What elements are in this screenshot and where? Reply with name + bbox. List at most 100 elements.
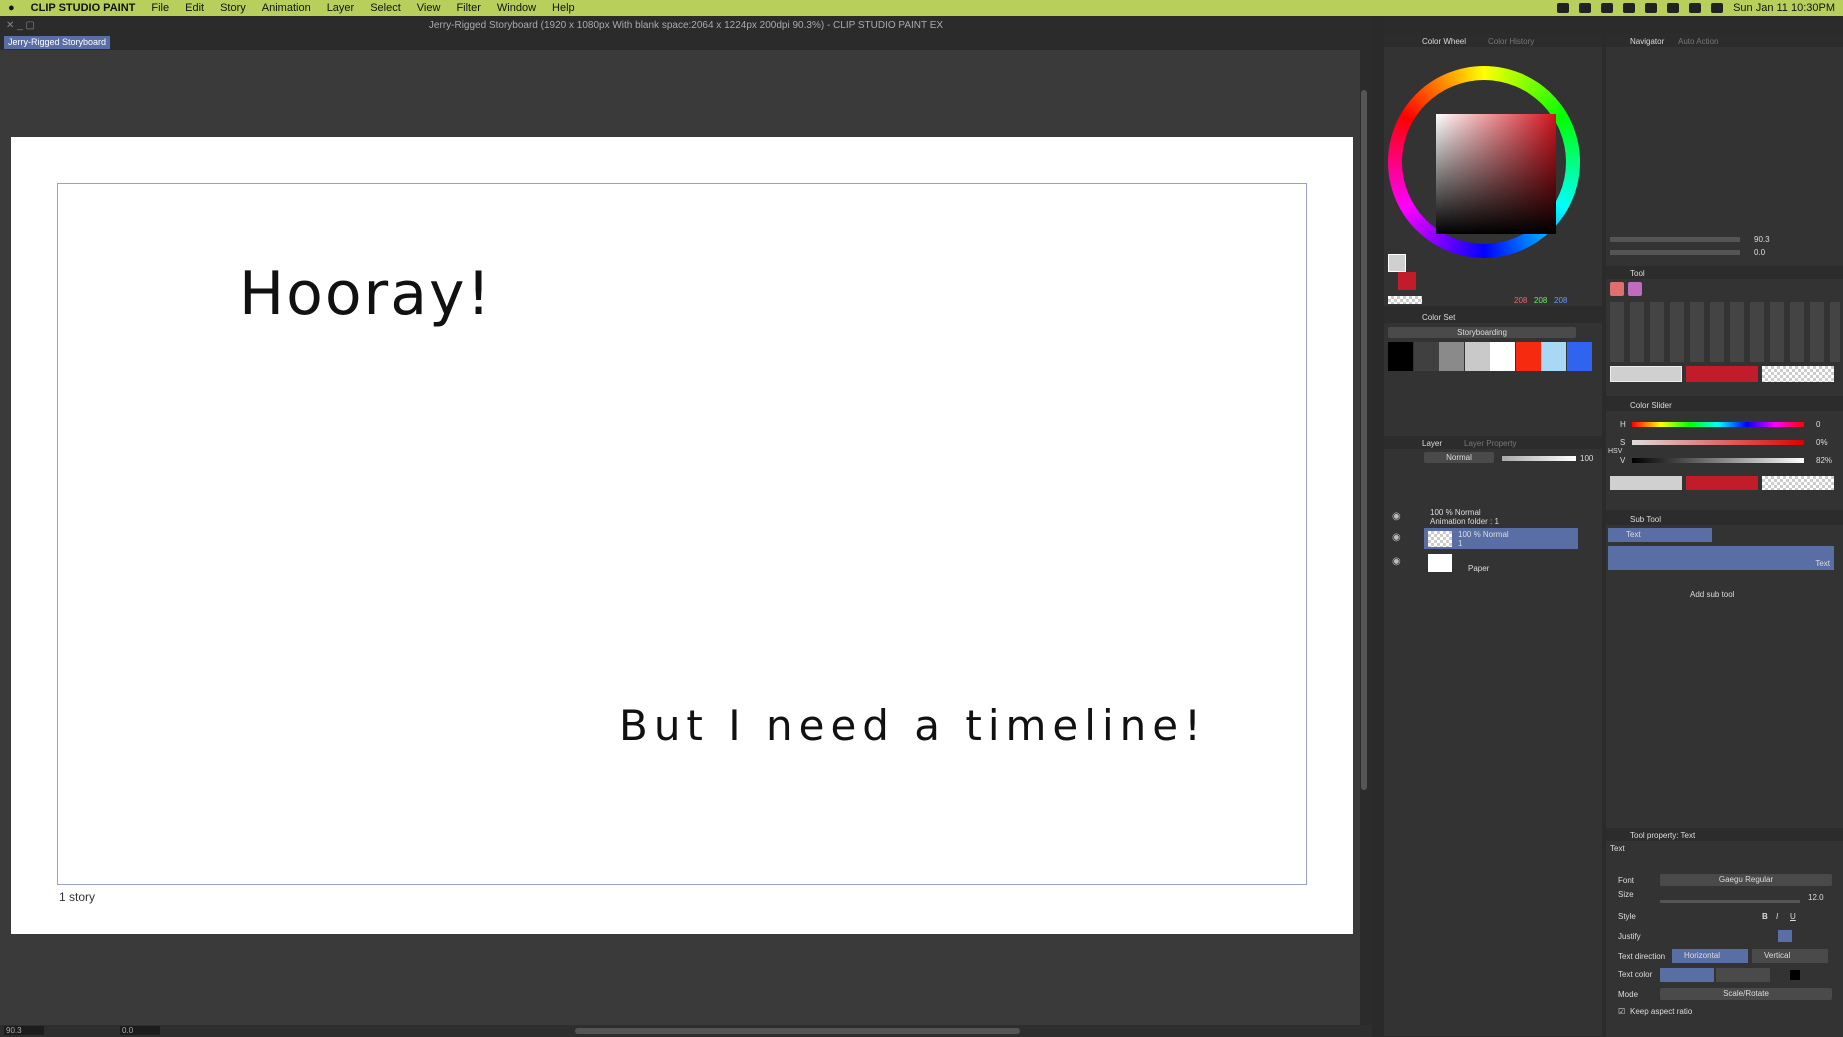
menu-file[interactable]: File [143, 0, 177, 16]
layer-name: 1 [1458, 539, 1463, 548]
bold-button[interactable]: B [1762, 912, 1768, 921]
control-center-icon[interactable] [1711, 3, 1724, 13]
keyboard-icon[interactable] [1601, 3, 1614, 13]
color-set-dropdown[interactable]: Storyboarding [1388, 327, 1576, 338]
menu-select[interactable]: Select [362, 0, 409, 16]
size-value[interactable]: 12.0 [1808, 893, 1824, 902]
font-dropdown[interactable]: Gaegu Regular [1660, 874, 1832, 886]
blend-mode-dropdown[interactable]: Normal [1424, 452, 1494, 463]
slider-main-color[interactable] [1610, 476, 1682, 490]
color-swatch[interactable] [1413, 342, 1439, 371]
text-color-sub[interactable] [1716, 968, 1770, 982]
value-value[interactable]: 82% [1816, 456, 1832, 465]
menu-layer[interactable]: Layer [319, 0, 363, 16]
vertical-button[interactable]: Vertical [1752, 949, 1828, 963]
tool-icon[interactable] [1628, 282, 1642, 296]
tab-layer-property[interactable]: Layer Property [1464, 439, 1516, 448]
document-tab[interactable]: Jerry-Rigged Storyboard [4, 36, 111, 49]
zoom-field[interactable]: 90.3 [4, 1026, 44, 1035]
scroll-thumb[interactable] [1361, 90, 1367, 790]
layer-row-selected[interactable]: 100 % Normal 1 [1424, 528, 1578, 549]
wifi-icon[interactable] [1689, 3, 1702, 13]
layer-mode: 100 % Normal [1458, 530, 1509, 539]
dock-divider [1372, 16, 1384, 1037]
main-color-swatch[interactable] [1388, 254, 1406, 272]
saturation-slider[interactable] [1632, 440, 1804, 445]
menu-help[interactable]: Help [544, 0, 583, 16]
color-swatch[interactable] [1541, 342, 1566, 371]
tab-auto-action[interactable]: Auto Action [1678, 37, 1718, 46]
saturation-value[interactable]: 0% [1816, 438, 1828, 447]
menu-view[interactable]: View [409, 0, 449, 16]
tab-color-wheel[interactable]: Color Wheel [1422, 37, 1466, 46]
canvas-paper[interactable]: Hooray! But I need a timeline! 1 story [11, 137, 1353, 934]
sub-tool-group-text[interactable]: Text [1608, 528, 1712, 542]
color-swatch[interactable] [1490, 342, 1515, 371]
hue-slider[interactable] [1632, 422, 1804, 427]
eye-icon[interactable]: ◉ [1392, 511, 1401, 522]
window-controls[interactable]: ✕ _ ▢ [6, 20, 35, 31]
zoom-slider[interactable] [1610, 237, 1740, 242]
hue-value[interactable]: 0 [1816, 420, 1820, 429]
text-color-user[interactable] [1790, 970, 1800, 980]
tool-title: Tool [1630, 269, 1645, 278]
tool-transparent[interactable] [1762, 366, 1834, 382]
menu-animation[interactable]: Animation [254, 0, 319, 16]
slider-transparent[interactable] [1762, 476, 1834, 490]
tab-color-history[interactable]: Color History [1488, 37, 1534, 46]
underline-button[interactable]: U [1790, 912, 1796, 921]
italic-button[interactable]: I [1776, 912, 1778, 921]
canvas-text-timeline[interactable]: But I need a timeline! [619, 701, 1207, 750]
headphones-icon[interactable] [1645, 3, 1658, 13]
color-swatch[interactable] [1464, 342, 1490, 371]
keep-aspect-checkbox[interactable]: ☑ [1618, 1007, 1625, 1016]
canvas-area[interactable]: Hooray! But I need a timeline! 1 story [0, 50, 1360, 1025]
vertical-scrollbar[interactable] [1360, 50, 1368, 1025]
menu-edit[interactable]: Edit [177, 0, 212, 16]
sub-tool-item-text[interactable]: Text [1608, 546, 1834, 570]
sub-tool-title: Sub Tool [1630, 515, 1661, 524]
add-sub-tool-button[interactable]: Add sub tool [1690, 590, 1734, 599]
justify-left-button[interactable] [1778, 930, 1792, 942]
display-icon[interactable] [1623, 3, 1636, 13]
color-swatch[interactable] [1566, 342, 1592, 371]
size-slider[interactable] [1660, 900, 1800, 903]
menu-story[interactable]: Story [212, 0, 254, 16]
layer-folder-mode: 100 % Normal [1430, 508, 1481, 517]
eye-icon[interactable]: ◉ [1392, 556, 1401, 567]
apple-icon[interactable]: ● [0, 0, 23, 16]
tool-icon[interactable] [1610, 282, 1624, 296]
menu-window[interactable]: Window [489, 0, 544, 16]
value-slider[interactable] [1632, 458, 1804, 463]
opacity-value[interactable]: 100 [1580, 454, 1593, 463]
angle-field[interactable]: 0.0 [120, 1026, 160, 1035]
tool-main-color[interactable] [1610, 366, 1682, 382]
horizontal-scrollbar[interactable] [575, 1028, 1020, 1034]
text-color-main[interactable] [1660, 968, 1714, 982]
tab-navigator[interactable]: Navigator [1630, 37, 1664, 46]
rotate-slider[interactable] [1610, 250, 1740, 255]
grid-icon[interactable] [1579, 3, 1592, 13]
app-menu[interactable]: CLIP STUDIO PAINT [23, 0, 144, 16]
bluetooth-icon[interactable] [1667, 3, 1680, 13]
horizontal-button[interactable]: Horizontal [1672, 949, 1748, 963]
transparent-swatch[interactable] [1388, 296, 1422, 304]
canvas-text-hooray[interactable]: Hooray! [239, 259, 493, 329]
color-swatch[interactable] [1439, 342, 1464, 371]
saturation-value-square[interactable] [1436, 114, 1556, 234]
dropbox-icon[interactable] [1557, 3, 1570, 13]
clock[interactable]: Sun Jan 11 10:30PM [1733, 2, 1835, 14]
eye-icon[interactable]: ◉ [1392, 532, 1401, 543]
tool-grid[interactable] [1610, 302, 1840, 362]
layer-row-paper[interactable]: Paper [1424, 552, 1578, 574]
layer-row-folder[interactable]: 100 % Normal Animation folder : 1 [1416, 506, 1602, 528]
slider-sub-color[interactable] [1686, 476, 1758, 490]
mode-dropdown[interactable]: Scale/Rotate [1660, 988, 1832, 1000]
tool-sub-color[interactable] [1686, 366, 1758, 382]
sub-color-swatch[interactable] [1398, 272, 1416, 290]
menu-filter[interactable]: Filter [448, 0, 488, 16]
tab-layer[interactable]: Layer [1422, 439, 1442, 448]
opacity-slider[interactable] [1502, 456, 1576, 461]
color-swatch[interactable] [1515, 342, 1541, 371]
color-swatch[interactable] [1388, 342, 1413, 371]
